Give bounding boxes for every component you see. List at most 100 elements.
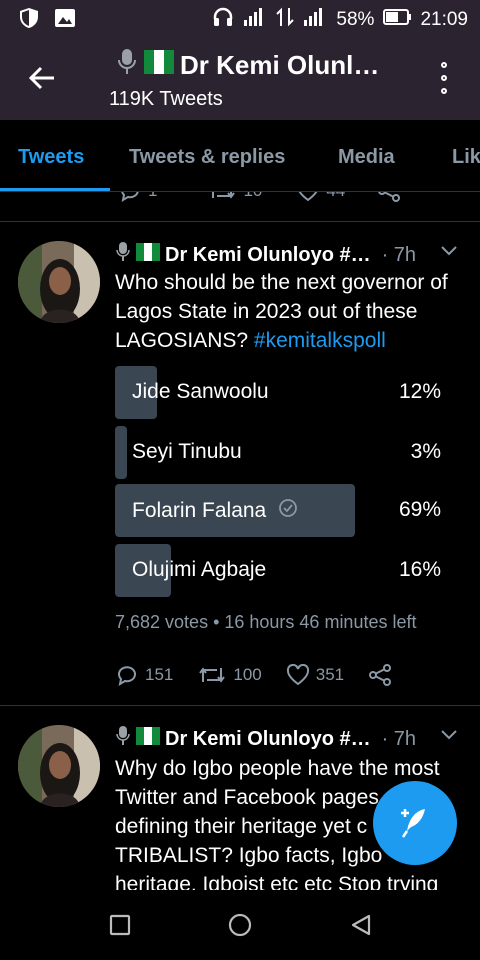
author-name[interactable]: Dr Kemi Olunloyo #…	[165, 728, 371, 751]
tweet-text-fragment: LAGOSIANS?	[115, 329, 254, 352]
hashtag-link[interactable]: #kemitalkspoll	[254, 329, 386, 352]
poll-option-text: Folarin Falana	[132, 499, 267, 522]
microphone-icon	[115, 725, 131, 753]
recent-apps-button[interactable]	[105, 910, 135, 940]
dot-icon	[441, 62, 447, 68]
tweet-text-line: LAGOSIANS? #kemitalkspoll	[115, 326, 465, 355]
retweet-button[interactable]: 100	[197, 664, 262, 686]
tweet-text-line: Who should be the next governor of	[115, 271, 448, 294]
avatar[interactable]	[18, 725, 100, 807]
poll-option-label: Jide Sanwoolu	[132, 380, 269, 404]
heart-icon	[286, 664, 309, 686]
poll-option-label: Olujimi Agbaje	[132, 558, 266, 582]
poll-option-label: Folarin Falana	[132, 498, 298, 524]
share-icon	[369, 664, 392, 686]
battery-percent: 58%	[336, 9, 375, 30]
like-button[interactable]: 351	[286, 664, 344, 686]
tweet-time: · 7h	[381, 727, 417, 750]
retweet-icon	[212, 192, 236, 199]
tweet-text-line: Lagos State in 2023 out of these	[115, 300, 418, 323]
status-bar: 58% 21:09	[0, 0, 480, 36]
avatar[interactable]	[18, 241, 100, 323]
poll-option-label: Seyi Tinubu	[132, 440, 242, 464]
microphone-icon	[115, 241, 131, 269]
clock: 21:09	[420, 9, 468, 30]
poll-option[interactable]: Jide Sanwoolu 12%	[115, 366, 445, 419]
dot-icon	[441, 75, 447, 81]
share-button[interactable]	[368, 664, 392, 686]
poll-option-percent: 69%	[398, 498, 441, 521]
like-button[interactable]: 44	[296, 192, 345, 202]
poll-option-text: Jide Sanwoolu	[132, 380, 269, 403]
system-navigation-bar	[0, 890, 480, 960]
tab-tweets[interactable]: Tweets	[18, 146, 84, 169]
poll-option[interactable]: Olujimi Agbaje 16%	[115, 544, 445, 597]
poll-option[interactable]: Folarin Falana 69%	[115, 484, 445, 537]
poll-option-text: Seyi Tinubu	[132, 440, 242, 463]
arrow-left-icon	[28, 66, 54, 90]
tweet-actions: 151 100 351	[115, 664, 416, 686]
feather-compose-icon	[401, 809, 425, 838]
dot-icon	[441, 88, 447, 94]
chevron-down-icon[interactable]	[440, 244, 458, 262]
tweet-time: · 7h	[381, 243, 417, 266]
like-count: 351	[315, 665, 345, 684]
share-button[interactable]	[377, 192, 401, 202]
compose-tweet-button[interactable]	[373, 781, 457, 865]
prior-tweet-actions: 1 10 44	[0, 192, 480, 222]
like-count: 44	[326, 192, 345, 201]
poll-option-percent: 12%	[398, 380, 441, 403]
reply-icon	[118, 666, 136, 686]
share-icon	[378, 192, 401, 202]
triangle-back-icon	[351, 914, 371, 936]
square-icon	[109, 914, 131, 936]
reply-count: 151	[145, 665, 174, 684]
more-options-button[interactable]	[434, 58, 454, 98]
tab-tweets-and-replies[interactable]: Tweets & replies	[129, 146, 285, 169]
image-icon	[54, 7, 76, 34]
retweet-count: 100	[233, 665, 262, 684]
tweet-text: Who should be the next governor of Lagos…	[115, 268, 465, 355]
circle-icon	[228, 913, 252, 937]
poll-option-percent: 3%	[410, 440, 441, 463]
headphones-icon	[212, 6, 234, 34]
poll-option[interactable]: Seyi Tinubu 3%	[115, 426, 445, 479]
reply-icon	[121, 192, 139, 202]
battery-icon	[382, 6, 412, 34]
back-button[interactable]	[22, 58, 62, 98]
shield-icon	[18, 7, 40, 34]
poll-bar	[115, 426, 127, 479]
retweet-button[interactable]: 10	[207, 192, 262, 202]
signal-icon	[242, 6, 268, 34]
data-transfer-icon	[276, 6, 295, 34]
tweet-count: 119K Tweets	[109, 88, 223, 110]
nigeria-flag-icon	[136, 727, 160, 751]
reply-count: 1	[148, 192, 157, 201]
page-title: Dr Kemi Olunl…	[116, 48, 379, 83]
tab-media[interactable]: Media	[338, 146, 395, 169]
reply-button[interactable]: 151	[115, 664, 173, 686]
author-name[interactable]: Dr Kemi Olunloyo #…	[165, 244, 371, 267]
nigeria-flag-icon	[136, 243, 160, 267]
poll-option-text: Olujimi Agbaje	[132, 558, 267, 581]
tweet-header: Dr Kemi Olunloyo #… · 7h	[115, 241, 416, 269]
poll-option-percent: 16%	[398, 558, 441, 581]
tab-likes[interactable]: Lik	[452, 146, 480, 169]
header-name: Dr Kemi Olunl…	[180, 50, 380, 80]
chevron-down-icon[interactable]	[440, 728, 458, 746]
back-nav-button[interactable]	[346, 910, 376, 940]
home-button[interactable]	[225, 910, 255, 940]
reply-button[interactable]: 1	[118, 192, 157, 202]
microphone-icon	[116, 48, 138, 83]
tweet-header: Dr Kemi Olunloyo #… · 7h	[115, 725, 416, 753]
poll-meta: 7,682 votes • 16 hours 46 minutes left	[115, 612, 417, 632]
retweet-icon	[199, 667, 226, 683]
tweet[interactable]: Dr Kemi Olunloyo #… · 7h Who should be t…	[0, 222, 480, 706]
heart-icon	[298, 192, 318, 202]
nigeria-flag-icon	[144, 50, 174, 81]
tweet-text-line: heritage, Igboist etc etc Stop trying	[115, 873, 439, 890]
check-circle-icon	[278, 498, 298, 524]
profile-tabs: Tweets Tweets & replies Media Lik	[0, 120, 480, 192]
tweet-text-line: Why do Igbo people have the most	[115, 757, 440, 780]
retweet-count: 10	[243, 192, 262, 201]
